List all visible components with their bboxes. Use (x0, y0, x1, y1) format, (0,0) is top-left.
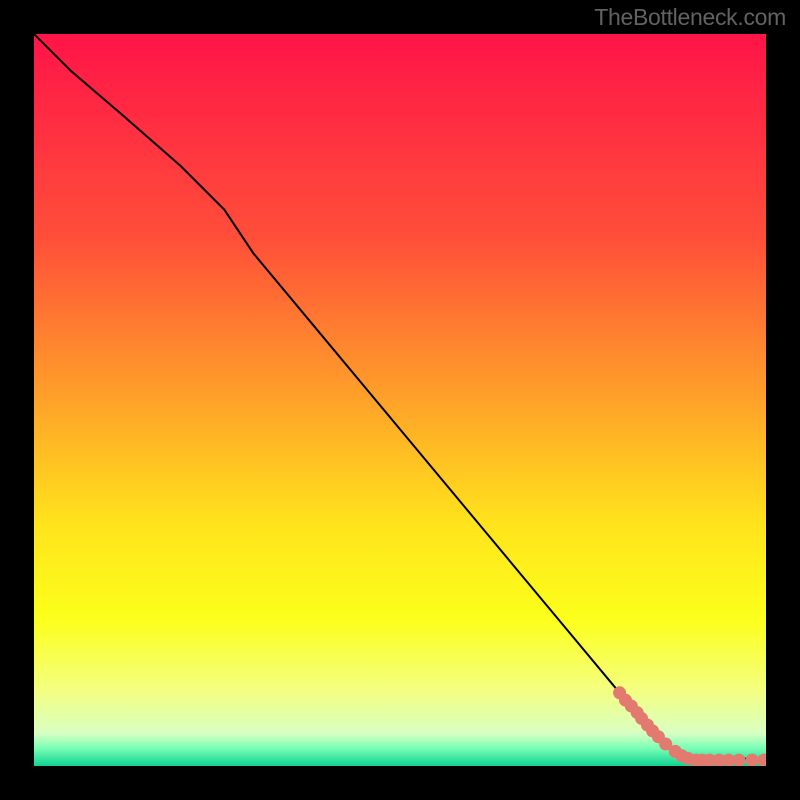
bottleneck-curve (34, 34, 766, 759)
chart-plot-area (34, 34, 766, 766)
optimal-marker (757, 754, 766, 766)
optimal-markers-group (613, 686, 766, 766)
optimal-marker (732, 754, 745, 766)
chart-overlay (34, 34, 766, 766)
watermark-text: TheBottleneck.com (594, 4, 786, 31)
optimal-marker (746, 754, 759, 766)
